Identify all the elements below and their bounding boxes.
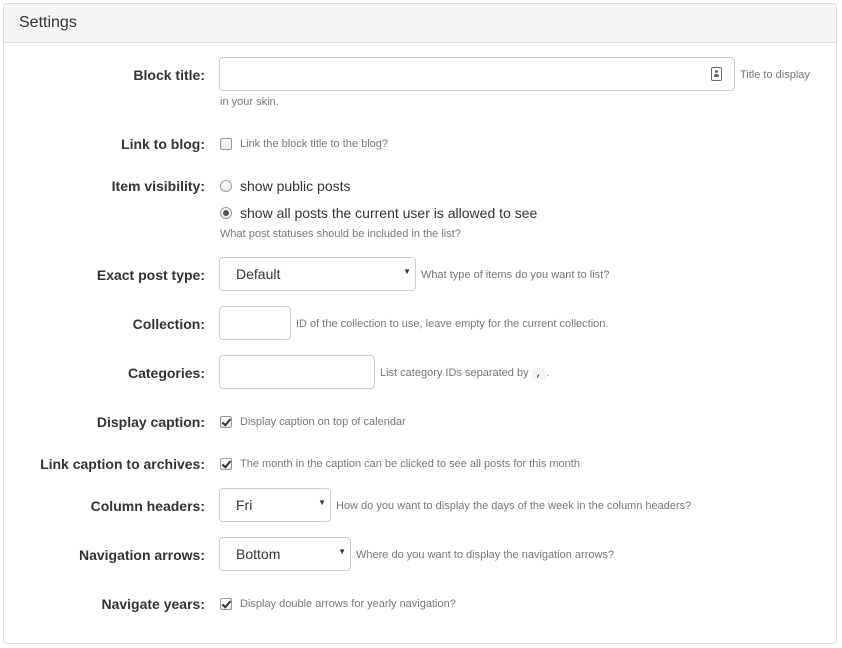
chevron-down-icon: ▼ (403, 267, 411, 276)
link-caption-checkbox[interactable] (220, 458, 232, 470)
display-caption-hint: Display caption on top of calendar (240, 416, 406, 428)
collection-input[interactable] (219, 306, 291, 340)
exact-post-type-label: Exact post type: (96, 267, 205, 283)
navigation-arrows-hint: Where do you want to display the navigat… (356, 549, 615, 561)
exact-post-type-value: Default (236, 266, 281, 282)
block-title-hint-cont: in your skin. (220, 96, 279, 108)
column-headers-select[interactable]: Fri ▼ (219, 488, 331, 522)
collection-label: Collection: (132, 316, 205, 332)
block-title-input[interactable] (219, 57, 735, 91)
block-title-hint: Title to display (740, 69, 810, 81)
exact-post-type-hint: What type of items do you want to list? (421, 269, 610, 281)
separator-code: , (531, 368, 547, 380)
chevron-down-icon: ▼ (318, 498, 326, 507)
navigate-years-checkbox[interactable] (220, 598, 232, 610)
radio-show-public-posts[interactable] (220, 180, 232, 192)
block-title-label: Block title: (133, 67, 205, 83)
radio-show-all-posts[interactable] (220, 207, 232, 219)
radio-show-all-posts-label[interactable]: show all posts the current user is allow… (240, 205, 537, 221)
panel-heading: Settings (4, 4, 836, 43)
settings-panel: Settings Block title: Title to display i… (3, 3, 837, 644)
display-caption-checkbox[interactable] (220, 416, 232, 428)
link-caption-label: Link caption to archives: (40, 456, 205, 472)
navigation-arrows-label: Navigation arrows: (78, 547, 205, 563)
item-visibility-label: Item visibility: (111, 178, 205, 194)
navigate-years-hint: Display double arrows for yearly navigat… (240, 598, 456, 610)
categories-hint: List category IDs separated by ,. (380, 367, 550, 380)
link-to-blog-label: Link to blog: (121, 136, 205, 152)
navigate-years-label: Navigate years: (101, 596, 205, 612)
exact-post-type-select[interactable]: Default ▼ (219, 257, 416, 291)
collection-hint: ID of the collection to use, leave empty… (296, 318, 609, 330)
column-headers-hint: How do you want to display the days of t… (336, 500, 692, 512)
categories-label: Categories: (127, 365, 205, 381)
item-visibility-hint: What post statuses should be included in… (220, 228, 461, 240)
column-headers-label: Column headers: (90, 498, 205, 514)
display-caption-label: Display caption: (96, 414, 205, 430)
chevron-down-icon: ▼ (338, 547, 346, 556)
link-to-blog-hint: Link the block title to the blog? (240, 138, 388, 150)
contact-card-icon (711, 67, 722, 81)
column-headers-value: Fri (236, 497, 253, 513)
link-caption-hint: The month in the caption can be clicked … (240, 458, 580, 470)
navigation-arrows-value: Bottom (236, 546, 281, 562)
categories-input[interactable] (219, 355, 375, 389)
radio-show-public-posts-label[interactable]: show public posts (240, 178, 351, 194)
navigation-arrows-select[interactable]: Bottom ▼ (219, 537, 351, 571)
link-to-blog-checkbox[interactable] (220, 138, 232, 150)
panel-title: Settings (19, 14, 77, 31)
